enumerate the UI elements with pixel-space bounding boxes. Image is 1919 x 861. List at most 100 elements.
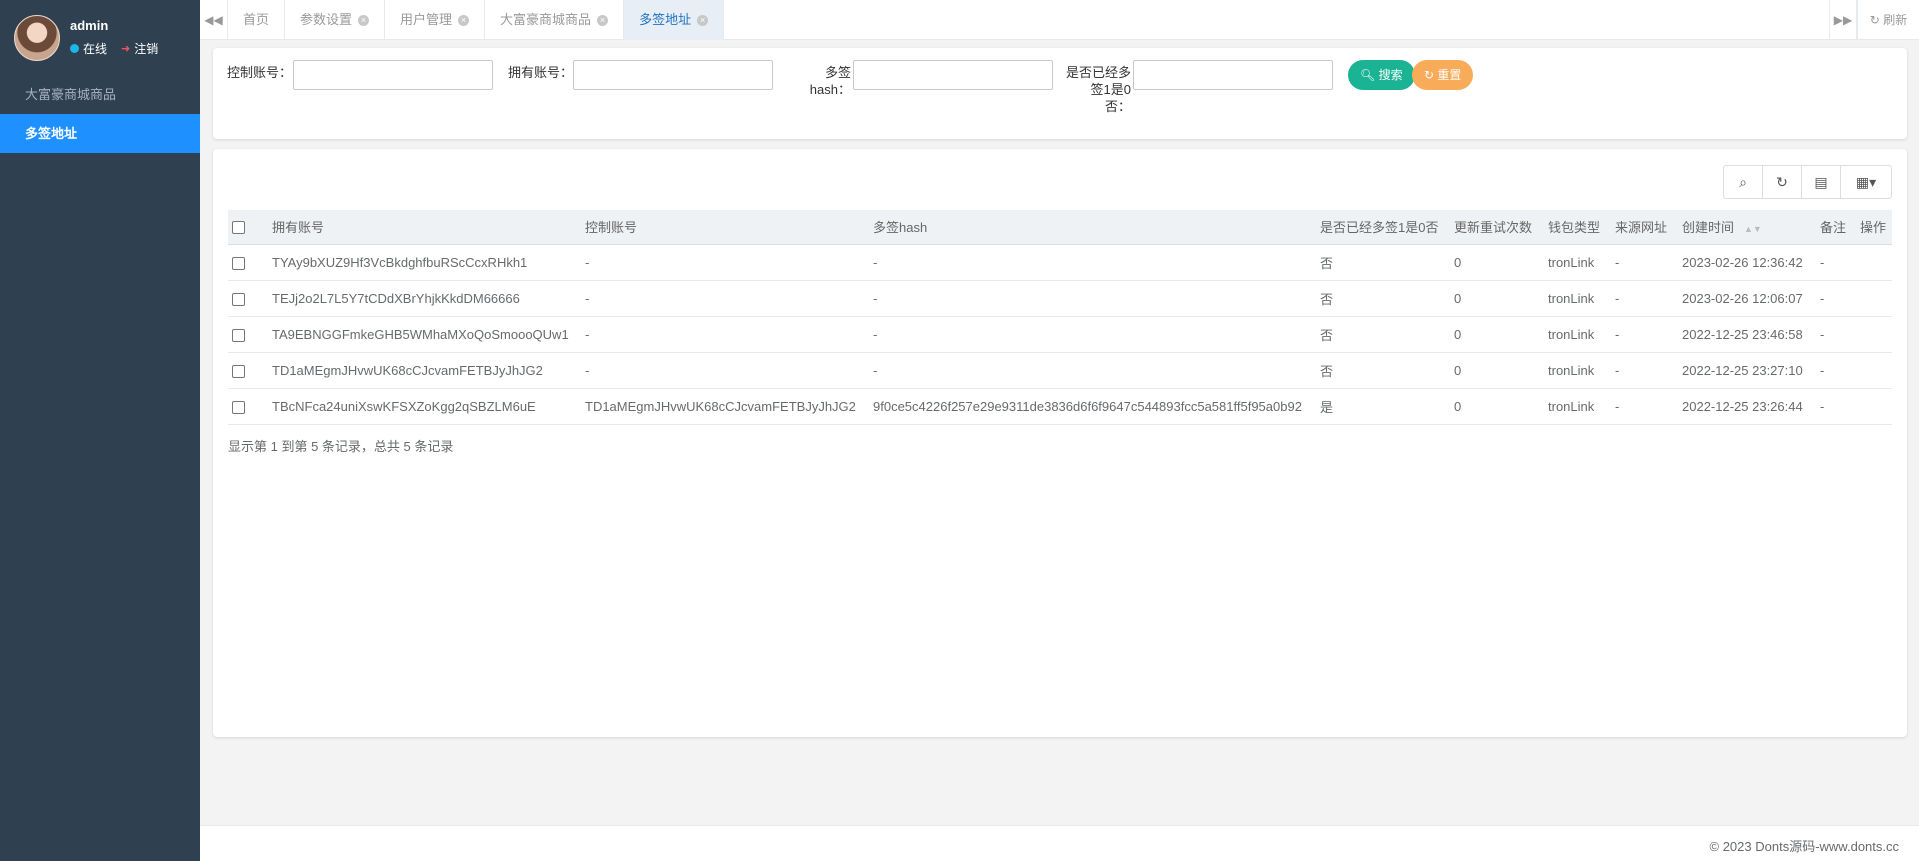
grid-icon: ▦▾ <box>1855 173 1877 190</box>
row-checkbox[interactable] <box>232 328 245 342</box>
cell-control: - <box>581 316 869 353</box>
signout-link[interactable]: 注销 <box>134 40 158 57</box>
cell-retries: 0 <box>1450 316 1544 353</box>
cell-control: - <box>581 352 869 389</box>
data-table: 拥有账号 控制账号 多签hash 是否已经多签1是0否 更新重试次数 钱包类型 … <box>228 210 1892 425</box>
sidebar: admin 在线 ➜ 注销 大富豪商城商品 多签地址 <box>0 0 200 861</box>
cell-created: 2022-12-25 23:46:58 <box>1678 316 1816 353</box>
column-created[interactable]: 创建时间 ▲▼ <box>1678 210 1816 245</box>
cell-owner: TEJj2o2L7L5Y7tCDdXBrYhjkKkdDM66666 <box>268 280 581 317</box>
avatar[interactable] <box>14 15 60 61</box>
tab-settings[interactable]: 参数设置 × <box>285 0 386 40</box>
cell-hash: - <box>869 352 1316 389</box>
cell-hash: - <box>869 316 1316 353</box>
close-icon[interactable]: × <box>458 15 470 27</box>
row-checkbox[interactable] <box>232 256 245 270</box>
owner-account-input[interactable] <box>573 60 773 90</box>
cell-source: - <box>1611 352 1678 389</box>
cell-remark: - <box>1816 316 1856 353</box>
tab-scroll-right-icon[interactable]: ▶▶ <box>1829 0 1857 40</box>
cell-actions <box>1856 316 1892 353</box>
row-checkbox[interactable] <box>232 400 245 414</box>
column-actions: 操作 <box>1856 210 1892 245</box>
tab-scroll-left-icon[interactable]: ◀◀ <box>200 0 228 40</box>
table-row: TD1aMEgmJHvwUK68cCJcvamFETBJyJhJG2 - - 否… <box>228 352 1892 389</box>
cell-multisig: 是 <box>1316 388 1450 425</box>
cell-control: - <box>581 244 869 281</box>
cell-multisig: 否 <box>1316 316 1450 353</box>
tab-home[interactable]: 首页 <box>228 0 286 40</box>
cell-remark: - <box>1816 244 1856 281</box>
row-checkbox[interactable] <box>232 292 245 306</box>
refresh-table-button[interactable]: ↻ <box>1762 165 1802 199</box>
cell-actions <box>1856 244 1892 281</box>
cell-created: 2023-02-26 12:36:42 <box>1678 244 1816 281</box>
select-all-checkbox[interactable] <box>232 221 245 235</box>
cell-remark: - <box>1816 388 1856 425</box>
list-icon: ▤ <box>1814 173 1828 190</box>
refresh-button[interactable]: ↻ 刷新 <box>1857 0 1919 40</box>
cell-created: 2023-02-26 12:06:07 <box>1678 280 1816 317</box>
columns-button[interactable]: ▦▾ <box>1840 165 1892 199</box>
sidebar-item-multisig-address[interactable]: 多签地址 <box>0 114 200 153</box>
tabs: 首页 参数设置 × 用户管理 × 大富豪商城商品 × 多签地址 × <box>228 0 725 40</box>
cell-retries: 0 <box>1450 244 1544 281</box>
column-source[interactable]: 来源网址 <box>1611 210 1678 245</box>
close-icon[interactable]: × <box>597 15 609 27</box>
sort-icon[interactable]: ▲▼ <box>1744 224 1762 234</box>
hash-input[interactable] <box>853 60 1053 90</box>
close-icon[interactable]: × <box>697 15 709 27</box>
cell-source: - <box>1611 244 1678 281</box>
search-icon: 🔍︎ <box>1360 68 1376 82</box>
cell-retries: 0 <box>1450 388 1544 425</box>
cell-remark: - <box>1816 280 1856 317</box>
owner-account-label: 拥有账号： <box>508 65 574 80</box>
cell-created: 2022-12-25 23:26:44 <box>1678 388 1816 425</box>
cell-actions <box>1856 388 1892 425</box>
export-button[interactable]: ▤ <box>1801 165 1841 199</box>
cell-control: TD1aMEgmJHvwUK68cCJcvamFETBJyJhJG2 <box>581 388 869 425</box>
refresh-icon: ↻ <box>1869 13 1880 27</box>
column-owner[interactable]: 拥有账号 <box>268 210 581 245</box>
cell-created: 2022-12-25 23:27:10 <box>1678 352 1816 389</box>
column-wallet[interactable]: 钱包类型 <box>1544 210 1611 245</box>
cell-owner: TA9EBNGGFmkeGHB5WMhaMXoQoSmoooQUw1 <box>268 316 581 353</box>
column-hash[interactable]: 多签hash <box>869 210 1316 245</box>
tab-multisig-address[interactable]: 多签地址 × <box>624 0 725 40</box>
row-checkbox[interactable] <box>232 364 245 378</box>
user-status: 在线 ➜ 注销 <box>70 40 158 57</box>
cell-source: - <box>1611 316 1678 353</box>
cell-owner: TD1aMEgmJHvwUK68cCJcvamFETBJyJhJG2 <box>268 352 581 389</box>
cell-source: - <box>1611 388 1678 425</box>
cell-actions <box>1856 280 1892 317</box>
table-panel: ⌕ ↻ ▤ ▦▾ 拥有账号 控制账号 多签hash 是否已经多签1是0否 更新重… <box>213 149 1907 737</box>
sign-out-icon[interactable]: ➜ <box>121 42 130 55</box>
cell-wallet: tronLink <box>1544 316 1611 353</box>
multisig-input[interactable] <box>1133 60 1333 90</box>
cell-retries: 0 <box>1450 352 1544 389</box>
cell-multisig: 否 <box>1316 280 1450 317</box>
column-multisig[interactable]: 是否已经多签1是0否 <box>1316 210 1450 245</box>
column-control[interactable]: 控制账号 <box>581 210 869 245</box>
reset-button[interactable]: ↻ 重置 <box>1412 60 1474 90</box>
cell-owner: TBcNFca24uniXswKFSXZoKgg2qSBZLM6uE <box>268 388 581 425</box>
sidebar-item-mall-products[interactable]: 大富豪商城商品 <box>0 75 200 114</box>
close-icon[interactable]: × <box>358 15 370 27</box>
hash-label: 多签 hash： <box>809 65 851 97</box>
column-remark[interactable]: 备注 <box>1816 210 1856 245</box>
table-row: TBcNFca24uniXswKFSXZoKgg2qSBZLM6uE TD1aM… <box>228 388 1892 425</box>
tab-user-management[interactable]: 用户管理 × <box>385 0 486 40</box>
column-retries[interactable]: 更新重试次数 <box>1450 210 1544 245</box>
copyright: © 2023 Donts源码-www.donts.cc <box>1709 839 1899 854</box>
cell-retries: 0 <box>1450 280 1544 317</box>
cell-hash: 9f0ce5c4226f257e29e9311de3836d6f6f9647c5… <box>869 388 1316 425</box>
cell-owner: TYAy9bXUZ9Hf3VcBkdghfbuRScCcxRHkh1 <box>268 244 581 281</box>
table-row: TA9EBNGGFmkeGHB5WMhaMXoQoSmoooQUw1 - - 否… <box>228 316 1892 353</box>
cell-wallet: tronLink <box>1544 352 1611 389</box>
tab-mall-products[interactable]: 大富豪商城商品 × <box>485 0 625 40</box>
cell-wallet: tronLink <box>1544 388 1611 425</box>
search-toggle-button[interactable]: ⌕ <box>1723 165 1763 199</box>
search-button[interactable]: 🔍︎ 搜索 <box>1348 60 1415 90</box>
control-account-input[interactable] <box>293 60 493 90</box>
table-row: TYAy9bXUZ9Hf3VcBkdghfbuRScCcxRHkh1 - - 否… <box>228 244 1892 281</box>
